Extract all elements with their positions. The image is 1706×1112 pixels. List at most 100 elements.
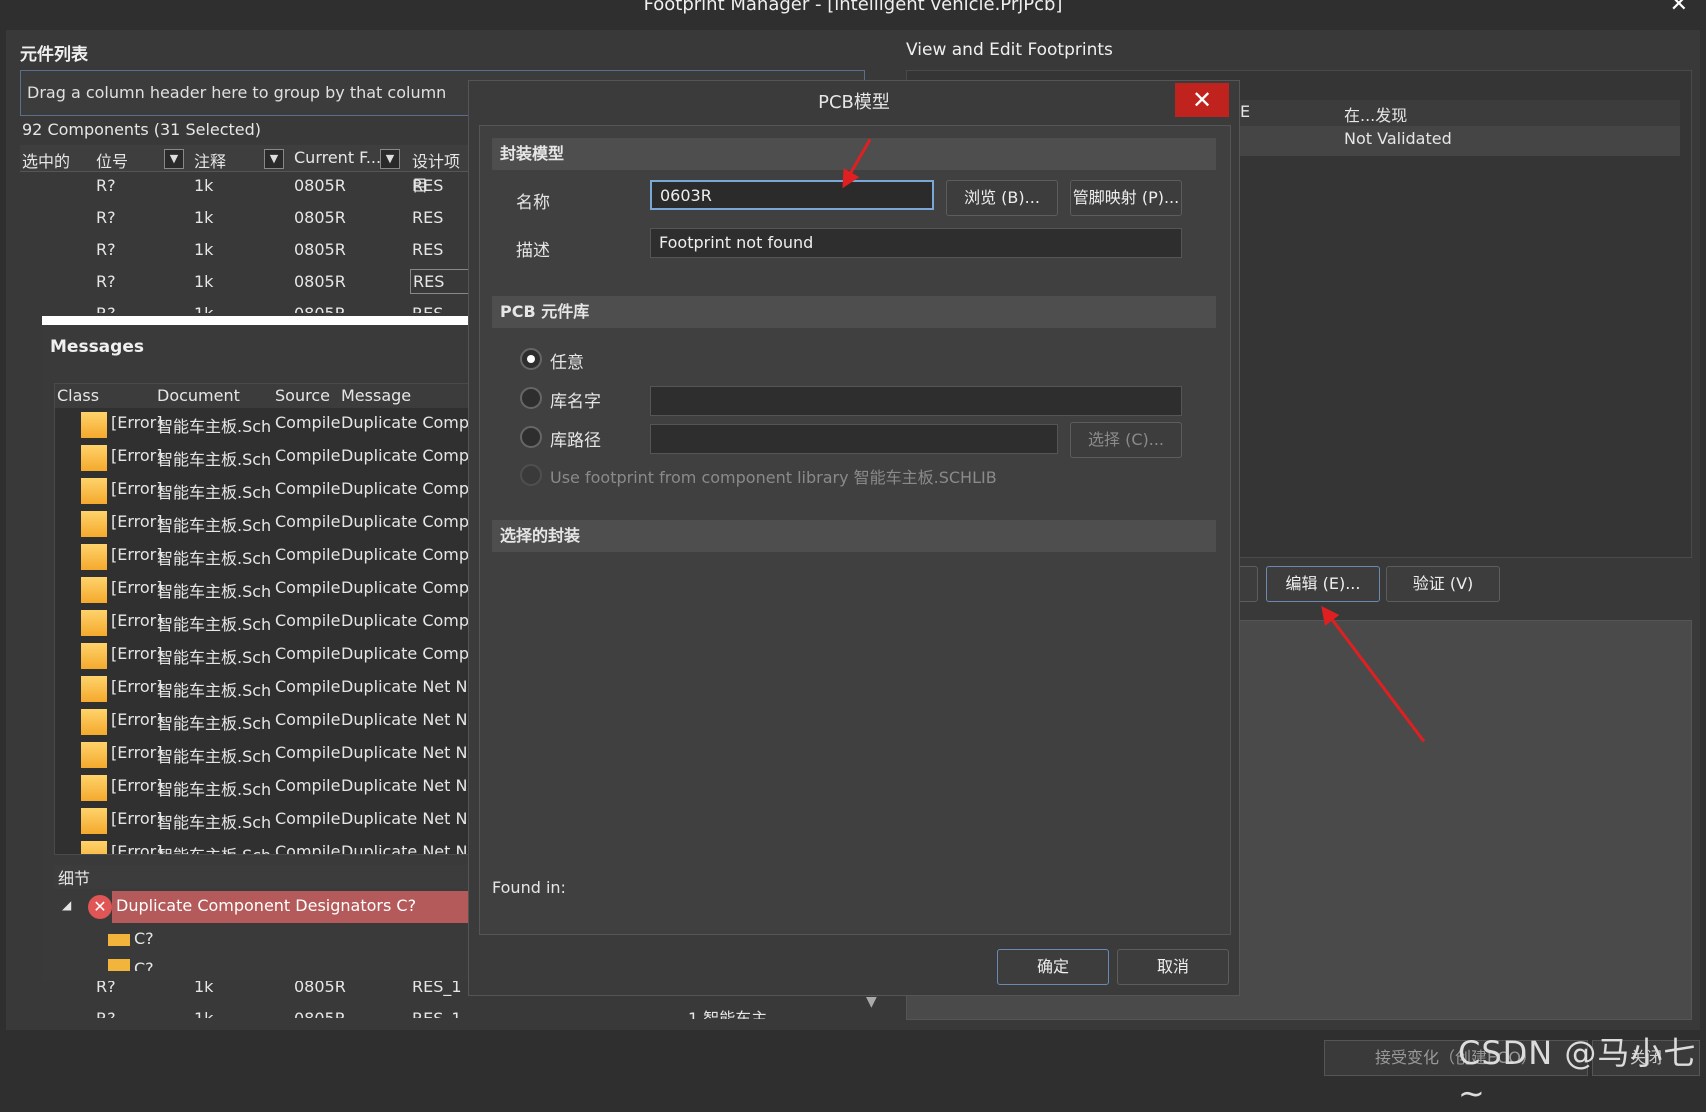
table-row[interactable]: R? 1k 0805R RES bbox=[20, 299, 470, 313]
col-selected[interactable]: 选中的 bbox=[22, 148, 70, 172]
cell-source: Compile bbox=[275, 809, 341, 828]
message-row[interactable]: [Error] 智能车主板.Sch Compile Duplicate Comp bbox=[55, 474, 475, 507]
col-document[interactable]: Document bbox=[157, 386, 240, 405]
warning-icon bbox=[81, 676, 107, 702]
cell-class: [Error] bbox=[111, 644, 163, 663]
message-row[interactable]: [Error]智能车主板.SchCompileDuplicate Net N bbox=[55, 705, 475, 738]
ok-button[interactable]: 确定 bbox=[997, 949, 1109, 985]
pin-map-button[interactable]: 管脚映射 (P)... bbox=[1070, 180, 1182, 216]
cell-designator: R? bbox=[96, 1009, 116, 1018]
col-source[interactable]: Source bbox=[275, 386, 330, 405]
detail-child-label: C? bbox=[134, 929, 154, 948]
footprint-grid-header: E 在...发现 bbox=[1240, 100, 1680, 126]
message-row[interactable]: [Error] 智能车主板.Sch Compile Duplicate Comp bbox=[55, 441, 475, 474]
message-row[interactable]: [Error]智能车主板.SchCompileDuplicate Net N bbox=[55, 738, 475, 771]
radio-component-library[interactable] bbox=[520, 464, 542, 486]
cell-document: 智能车主板.Sch bbox=[157, 582, 272, 601]
filter-icon[interactable]: ▼ bbox=[380, 149, 400, 169]
radio-library-path[interactable] bbox=[520, 426, 542, 448]
message-row[interactable]: [Error]智能车主板.SchCompileDuplicate Net N bbox=[55, 837, 475, 854]
window-close-icon[interactable]: ✕ bbox=[1670, 0, 1688, 17]
pin-icon bbox=[108, 959, 130, 971]
cell-document: 智能车主板.Sch bbox=[157, 747, 272, 766]
col-current-footprint[interactable]: Current F... bbox=[294, 148, 381, 167]
cell-class: [Error] bbox=[111, 809, 163, 828]
cell-comment: 1k bbox=[194, 272, 214, 291]
filter-icon[interactable]: ▼ bbox=[164, 149, 184, 169]
table-row[interactable]: R? 1k 0805R RES bbox=[20, 171, 470, 203]
validate-button[interactable]: 验证 (V) bbox=[1386, 566, 1500, 602]
cell-source: Compile bbox=[275, 578, 341, 597]
collapse-icon[interactable]: ◢ bbox=[62, 898, 71, 912]
cell-document: 智能车主板.Sch bbox=[157, 483, 272, 502]
cell-item: RES bbox=[412, 304, 443, 313]
browse-button[interactable]: 浏览 (B)... bbox=[946, 180, 1058, 216]
cell-item: RES bbox=[412, 208, 444, 227]
detail-child[interactable]: C? bbox=[108, 929, 154, 948]
radio-any[interactable] bbox=[520, 348, 542, 370]
radio-library-path-label: 库路径 bbox=[550, 431, 601, 451]
component-list-title: 元件列表 bbox=[20, 45, 88, 65]
library-name-input[interactable] bbox=[650, 386, 1182, 416]
scroll-down-icon[interactable]: ▼ bbox=[866, 994, 877, 1010]
cell-message: Duplicate Comp bbox=[341, 545, 470, 564]
cell-comment: 1k bbox=[194, 176, 214, 195]
pcb-model-dialog: PCB模型 ✕ 封装模型 名称 0603R 浏览 (B)... 管脚映射 (P)… bbox=[468, 80, 1240, 996]
footprint-row[interactable]: Not Validated bbox=[1240, 126, 1680, 156]
description-input[interactable]: Footprint not found bbox=[650, 228, 1182, 258]
detail-item-label: Duplicate Component Designators C? bbox=[112, 891, 474, 923]
col-class[interactable]: Class bbox=[57, 386, 99, 405]
filter-icon[interactable]: ▼ bbox=[264, 149, 284, 169]
table-row[interactable]: R? 1k 0805R RES bbox=[20, 267, 496, 299]
library-path-input[interactable] bbox=[650, 424, 1058, 454]
footprint-name-input[interactable]: 0603R bbox=[650, 180, 934, 210]
message-row[interactable]: [Error]智能车主板.SchCompileDuplicate Net N bbox=[55, 771, 475, 804]
table-row[interactable]: R? 1k 0805R RES bbox=[20, 235, 470, 267]
dialog-close-icon[interactable]: ✕ bbox=[1175, 83, 1229, 117]
cancel-button[interactable]: 取消 bbox=[1117, 949, 1229, 985]
message-row[interactable]: [Error]智能车主板.SchCompileDuplicate Net N bbox=[55, 672, 475, 705]
radio-library-name[interactable] bbox=[520, 387, 542, 409]
cell-class: [Error] bbox=[111, 677, 163, 696]
cell-item: RES_1 bbox=[412, 1009, 462, 1018]
col-designator[interactable]: 位号 bbox=[96, 148, 128, 172]
table-row[interactable]: R? 1k 0805R RES bbox=[20, 203, 470, 235]
cell-message: Duplicate Comp bbox=[341, 446, 470, 465]
message-row[interactable]: [Error] 智能车主板.Sch Compile Duplicate Comp bbox=[55, 507, 475, 540]
message-row[interactable]: [Error] 智能车主板.Sch Compile Duplicate Comp bbox=[55, 573, 475, 606]
add-button[interactable] bbox=[1238, 566, 1258, 602]
message-row[interactable]: [Error] 智能车主板.Sch Compile Duplicate Comp bbox=[55, 540, 475, 573]
cell-class: [Error] bbox=[111, 710, 163, 729]
col-message[interactable]: Message bbox=[341, 386, 411, 405]
cell-designator: R? bbox=[96, 304, 116, 313]
cell-message: Duplicate Comp bbox=[341, 479, 470, 498]
component-grid-header: 选中的 位号 ▼ 注释 ▼ Current F... ▼ 设计项目 bbox=[20, 145, 470, 195]
message-row[interactable]: [Error] 智能车主板.Sch Compile Duplicate Comp bbox=[55, 606, 475, 639]
validation-status: Not Validated bbox=[1344, 129, 1452, 148]
edit-button[interactable]: 编辑 (E)... bbox=[1266, 566, 1380, 602]
cell-class: [Error] bbox=[111, 743, 163, 762]
warning-icon bbox=[81, 742, 107, 768]
message-row[interactable]: [Error] 智能车主板.Sch Compile Duplicate Comp bbox=[55, 639, 475, 672]
cell-message: Duplicate Net N bbox=[341, 776, 468, 795]
detail-child[interactable]: C? bbox=[108, 959, 154, 971]
messages-header: Class Document Source Message bbox=[55, 384, 475, 408]
cell-source: Compile bbox=[275, 644, 341, 663]
message-row[interactable]: [Error]智能车主板.SchCompileDuplicate Net N bbox=[55, 804, 475, 837]
col-comment[interactable]: 注释 bbox=[194, 148, 226, 172]
cell-source: Compile bbox=[275, 677, 341, 696]
window-title-bar: Footprint Manager - [intelligent vehicle… bbox=[0, 0, 1706, 30]
cell-comment: 1k bbox=[194, 304, 213, 313]
detail-item[interactable]: ◢ ✕ Duplicate Component Designators C? bbox=[54, 891, 474, 923]
message-row[interactable]: [Error] 智能车主板.Sch Compile Duplicate Comp bbox=[55, 408, 475, 441]
cell-message: Duplicate Comp bbox=[341, 644, 470, 663]
col-found-in[interactable]: 在...发现 bbox=[1344, 102, 1407, 126]
cell-designator: R? bbox=[96, 272, 116, 291]
warning-icon bbox=[81, 841, 107, 854]
table-row[interactable]: R? 1k 0805R RES_1 bbox=[20, 1004, 470, 1018]
pin-icon bbox=[108, 933, 130, 946]
select-path-button[interactable]: 选择 (C)... bbox=[1070, 422, 1182, 458]
cell-source: Compile bbox=[275, 413, 341, 432]
col-e[interactable]: E bbox=[1240, 102, 1250, 121]
view-edit-title: View and Edit Footprints bbox=[906, 40, 1113, 60]
